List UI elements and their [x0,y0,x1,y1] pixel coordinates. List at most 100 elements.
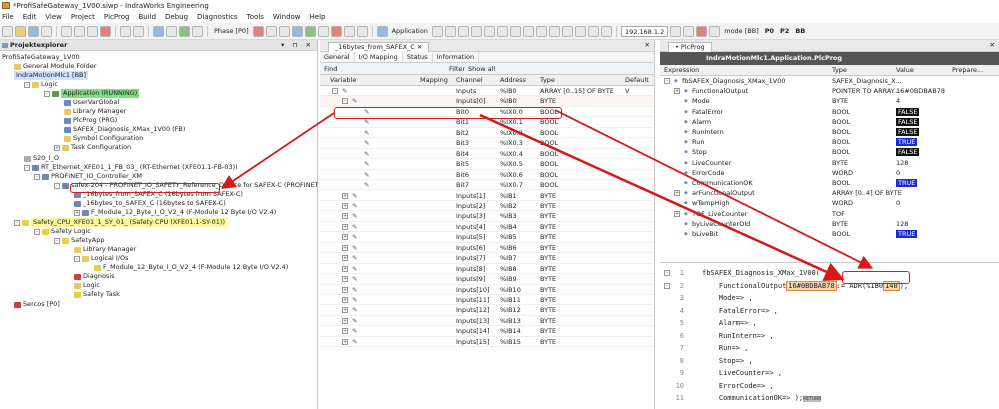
io-row[interactable]: + ✎ Inputs[3] %IB3 BYTE [320,211,653,222]
io-row[interactable]: ✎ Bit4 %IX0.4 BOOL [320,149,653,160]
expand-icon[interactable]: + [674,190,680,197]
expand-icon[interactable]: - [342,98,348,105]
expand-icon[interactable]: - [54,182,60,189]
step-into-icon[interactable] [444,25,456,37]
redo-icon[interactable] [133,25,144,37]
expand-icon[interactable]: + [674,210,680,217]
tree-node[interactable]: _16bytes_to_SAFEX_C (16bytes to SAFEX-C) [74,199,226,208]
p0-button[interactable]: P0 [763,27,776,35]
tree-node[interactable]: SAFEX_Diagnosis_XMax_1V00 (FB) [64,125,185,134]
io-row[interactable]: + ✎ Inputs[1] %IB1 BYTE [320,191,653,201]
expand-icon[interactable]: + [342,223,348,230]
io-col-header[interactable]: Type [540,75,555,86]
tree-node[interactable]: - Application (RUNNING) [44,89,140,98]
tree-node[interactable]: IndraMotionMlc1 [BB] [14,71,89,80]
info-icon[interactable] [600,25,612,37]
watch-row[interactable]: ◆ bLiveBit BOOL TRUE [660,229,997,239]
watch-row[interactable]: + ◆ TOF_LiveCounter TOF [660,209,997,219]
io-row[interactable]: + ✎ Inputs[8] %IB8 BYTE [320,264,653,275]
save-icon[interactable] [28,25,39,37]
tree-node[interactable]: Symbol Configuration [64,134,143,143]
watch-row[interactable]: - ◆ fbSAFEX_Diagnosis_XMax_1V00 SAFEX_Diagn… [660,76,997,86]
watch-col-header[interactable]: Expression [664,65,699,76]
watch-row[interactable]: + ◆ arFunctionalOutput ARRAY [0..4] OF BYTE [660,188,997,198]
monitor-icon[interactable] [522,25,534,37]
io-row[interactable]: + ✎ Inputs[12] %IB12 BYTE [320,305,653,316]
tree-node[interactable]: Logic [74,281,100,290]
io-row[interactable]: + ✎ Inputs[7] %IB7 BYTE [320,253,653,264]
logout-icon[interactable] [304,25,316,37]
io-row[interactable]: + ✎ Inputs[15] %IB15 BYTE [320,337,653,348]
watch-col-header[interactable]: Type [832,65,847,76]
expand-icon[interactable]: - [74,255,80,262]
tree-node[interactable]: PlcProg (PRG) [64,116,117,125]
expand-icon[interactable]: - [14,219,20,226]
download-icon[interactable] [192,25,203,37]
tree-node[interactable]: - Safety Logic [34,227,91,236]
io-row[interactable]: - ✎ Inputs[0] %IB0 BYTE [320,96,653,107]
login-icon[interactable] [291,25,303,37]
menu-item-debug[interactable]: Debug [165,13,188,21]
copy-icon[interactable] [74,25,85,37]
build-icon[interactable] [153,25,164,37]
plcprog-tab[interactable]: • PlcProg [668,42,712,52]
network-icon[interactable] [548,25,560,37]
watch-icon[interactable] [343,25,355,37]
panel-pin-close-icon[interactable]: ▾ ⊓ ✕ [281,40,314,51]
io-row[interactable]: + ✎ Inputs[10] %IB10 BYTE [320,285,653,295]
phase-label[interactable]: Phase [P0] [212,27,251,35]
expand-icon[interactable]: + [342,265,348,272]
io-row[interactable]: + ✎ Inputs[9] %IB9 BYTE [320,274,653,285]
menu-item-tools[interactable]: Tools [247,13,264,21]
undo-icon[interactable] [120,25,131,37]
expand-icon[interactable]: + [54,144,60,151]
watch-row[interactable]: ◆ wTempHigh WORD 0 [660,198,997,208]
tree-node[interactable]: Sercos [P0] [14,300,60,309]
tree-node[interactable]: Library Manager [74,245,136,254]
expand-icon[interactable]: - [54,237,60,244]
watch-row[interactable]: ◆ Run BOOL TRUE [660,137,997,147]
expand-icon[interactable]: - [24,164,30,171]
watch-row[interactable]: ◆ byLiveCounterOld BYTE 128 [660,219,997,229]
watch-row[interactable]: ◆ Mode BYTE 4 [660,96,997,106]
expand-icon[interactable]: - [34,228,40,235]
expand-icon[interactable]: + [342,338,348,345]
subtab-status[interactable]: Status [403,52,433,62]
breakpoint-icon[interactable] [356,25,368,37]
io-row[interactable]: ✎ Bit7 %IX0.7 BOOL [320,180,653,191]
subtab-i-o-mapping[interactable]: I/O Mapping [354,52,403,62]
menu-item-diagnostics[interactable]: Diagnostics [197,13,238,21]
application-selector[interactable]: Application [390,27,430,35]
reset-icon[interactable] [330,25,342,37]
new-icon[interactable] [2,25,13,37]
save-all-icon[interactable] [41,25,52,37]
expand-icon[interactable]: - [332,88,338,94]
watch-row[interactable]: ◆ Alarm BOOL FALSE [660,117,997,127]
settings-icon[interactable] [278,25,290,37]
online-icon[interactable] [179,25,190,37]
tree-node[interactable]: - Logical I/Os [74,254,128,263]
tab-close-icon[interactable]: ✕ [645,41,650,49]
menu-item-project[interactable]: Project [71,13,95,21]
fold-icon[interactable]: - [664,282,670,289]
io-row[interactable]: - ✎ Inputs %IB0 ARRAY [0..15] OF BYTE [320,86,653,97]
io-row[interactable]: + ✎ Inputs[4] %IB4 BYTE [320,222,653,233]
expand-icon[interactable]: + [342,286,348,293]
tree-node[interactable]: F_Module_12_Byte_I_O_V2_4 (F-Module 12 B… [94,263,288,272]
tree-node[interactable]: UserVarGlobal [64,98,119,107]
io-row[interactable]: + ✎ Inputs[11] %IB11 BYTE [320,295,653,306]
stop-icon[interactable] [252,25,264,37]
menu-item-window[interactable]: Window [273,13,301,21]
watch-row[interactable]: ◆ ErrorCode WORD 0 [660,168,997,178]
tree-node[interactable]: - PROFINET_IO_Controller_XM [34,172,142,181]
scan-icon[interactable] [561,25,573,37]
bb-button[interactable]: BB [793,27,807,35]
open-icon[interactable] [15,25,26,37]
expand-icon[interactable]: + [342,307,348,314]
menu-item-file[interactable]: File [2,13,14,21]
io-row[interactable]: ✎ Bit5 %IX0.5 BOOL [320,159,653,170]
expand-icon[interactable]: - [664,78,670,84]
diag-icon[interactable] [265,25,277,37]
menu-item-edit[interactable]: Edit [23,13,37,21]
ethernet-icon[interactable] [574,25,586,37]
